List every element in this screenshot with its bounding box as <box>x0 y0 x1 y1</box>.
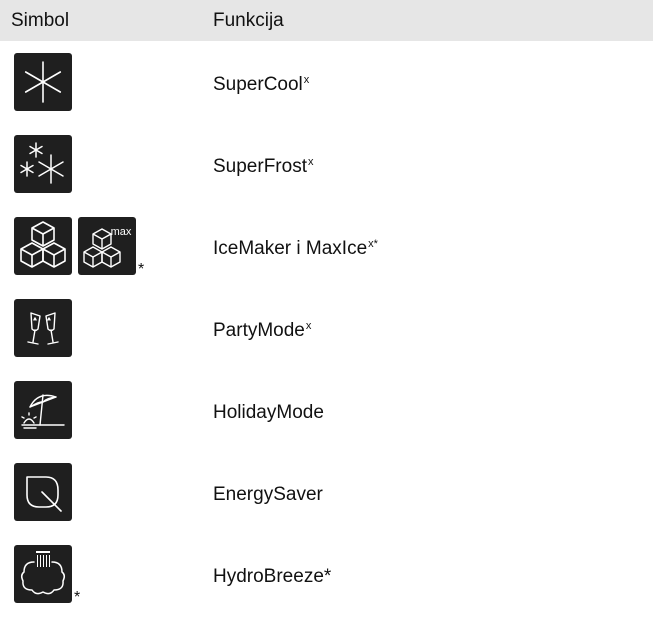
table-header: Simbol Funkcija <box>0 0 653 41</box>
function-name: SuperCoolx <box>213 74 310 95</box>
symbol-function-table: Simbol Funkcija SuperCoolx SuperFrostx m… <box>0 0 653 615</box>
leaf-icon <box>14 463 72 521</box>
symbol-cell: * <box>0 533 213 615</box>
snowflakes-icon <box>14 135 72 193</box>
function-name: EnergySaver <box>213 484 323 505</box>
table-row: SuperCoolx <box>0 41 653 123</box>
champagne-glasses-icon <box>14 299 72 357</box>
symbol-cell <box>0 123 213 205</box>
table-row: EnergySaver <box>0 451 653 533</box>
max-label: max <box>111 226 132 238</box>
function-name: IceMaker i MaxIcex* <box>213 238 378 259</box>
table-row: SuperFrostx <box>0 123 653 205</box>
symbol-cell: max * <box>0 205 213 287</box>
table-row: max * IceMaker i MaxIcex* <box>0 205 653 287</box>
function-name: HolidayMode <box>213 402 324 423</box>
footnote-star: * <box>138 261 145 278</box>
function-name: PartyModex <box>213 320 312 341</box>
hydrobreeze-icon <box>14 545 72 603</box>
table-row: HolidayMode <box>0 369 653 451</box>
symbol-cell <box>0 41 213 123</box>
function-name: SuperFrostx <box>213 156 314 177</box>
ice-cubes-max-icon: max <box>78 217 136 275</box>
function-name: HydroBreeze* <box>213 566 332 587</box>
header-function: Funkcija <box>213 9 284 31</box>
symbol-cell <box>0 451 213 533</box>
ice-cubes-icon <box>14 217 72 275</box>
beach-umbrella-icon <box>14 381 72 439</box>
footnote-star: * <box>74 589 81 606</box>
symbol-cell <box>0 369 213 451</box>
table-row: PartyModex <box>0 287 653 369</box>
snowflake-icon <box>14 53 72 111</box>
symbol-cell <box>0 287 213 369</box>
table-row: * HydroBreeze* <box>0 533 653 615</box>
header-symbol: Simbol <box>11 9 70 31</box>
